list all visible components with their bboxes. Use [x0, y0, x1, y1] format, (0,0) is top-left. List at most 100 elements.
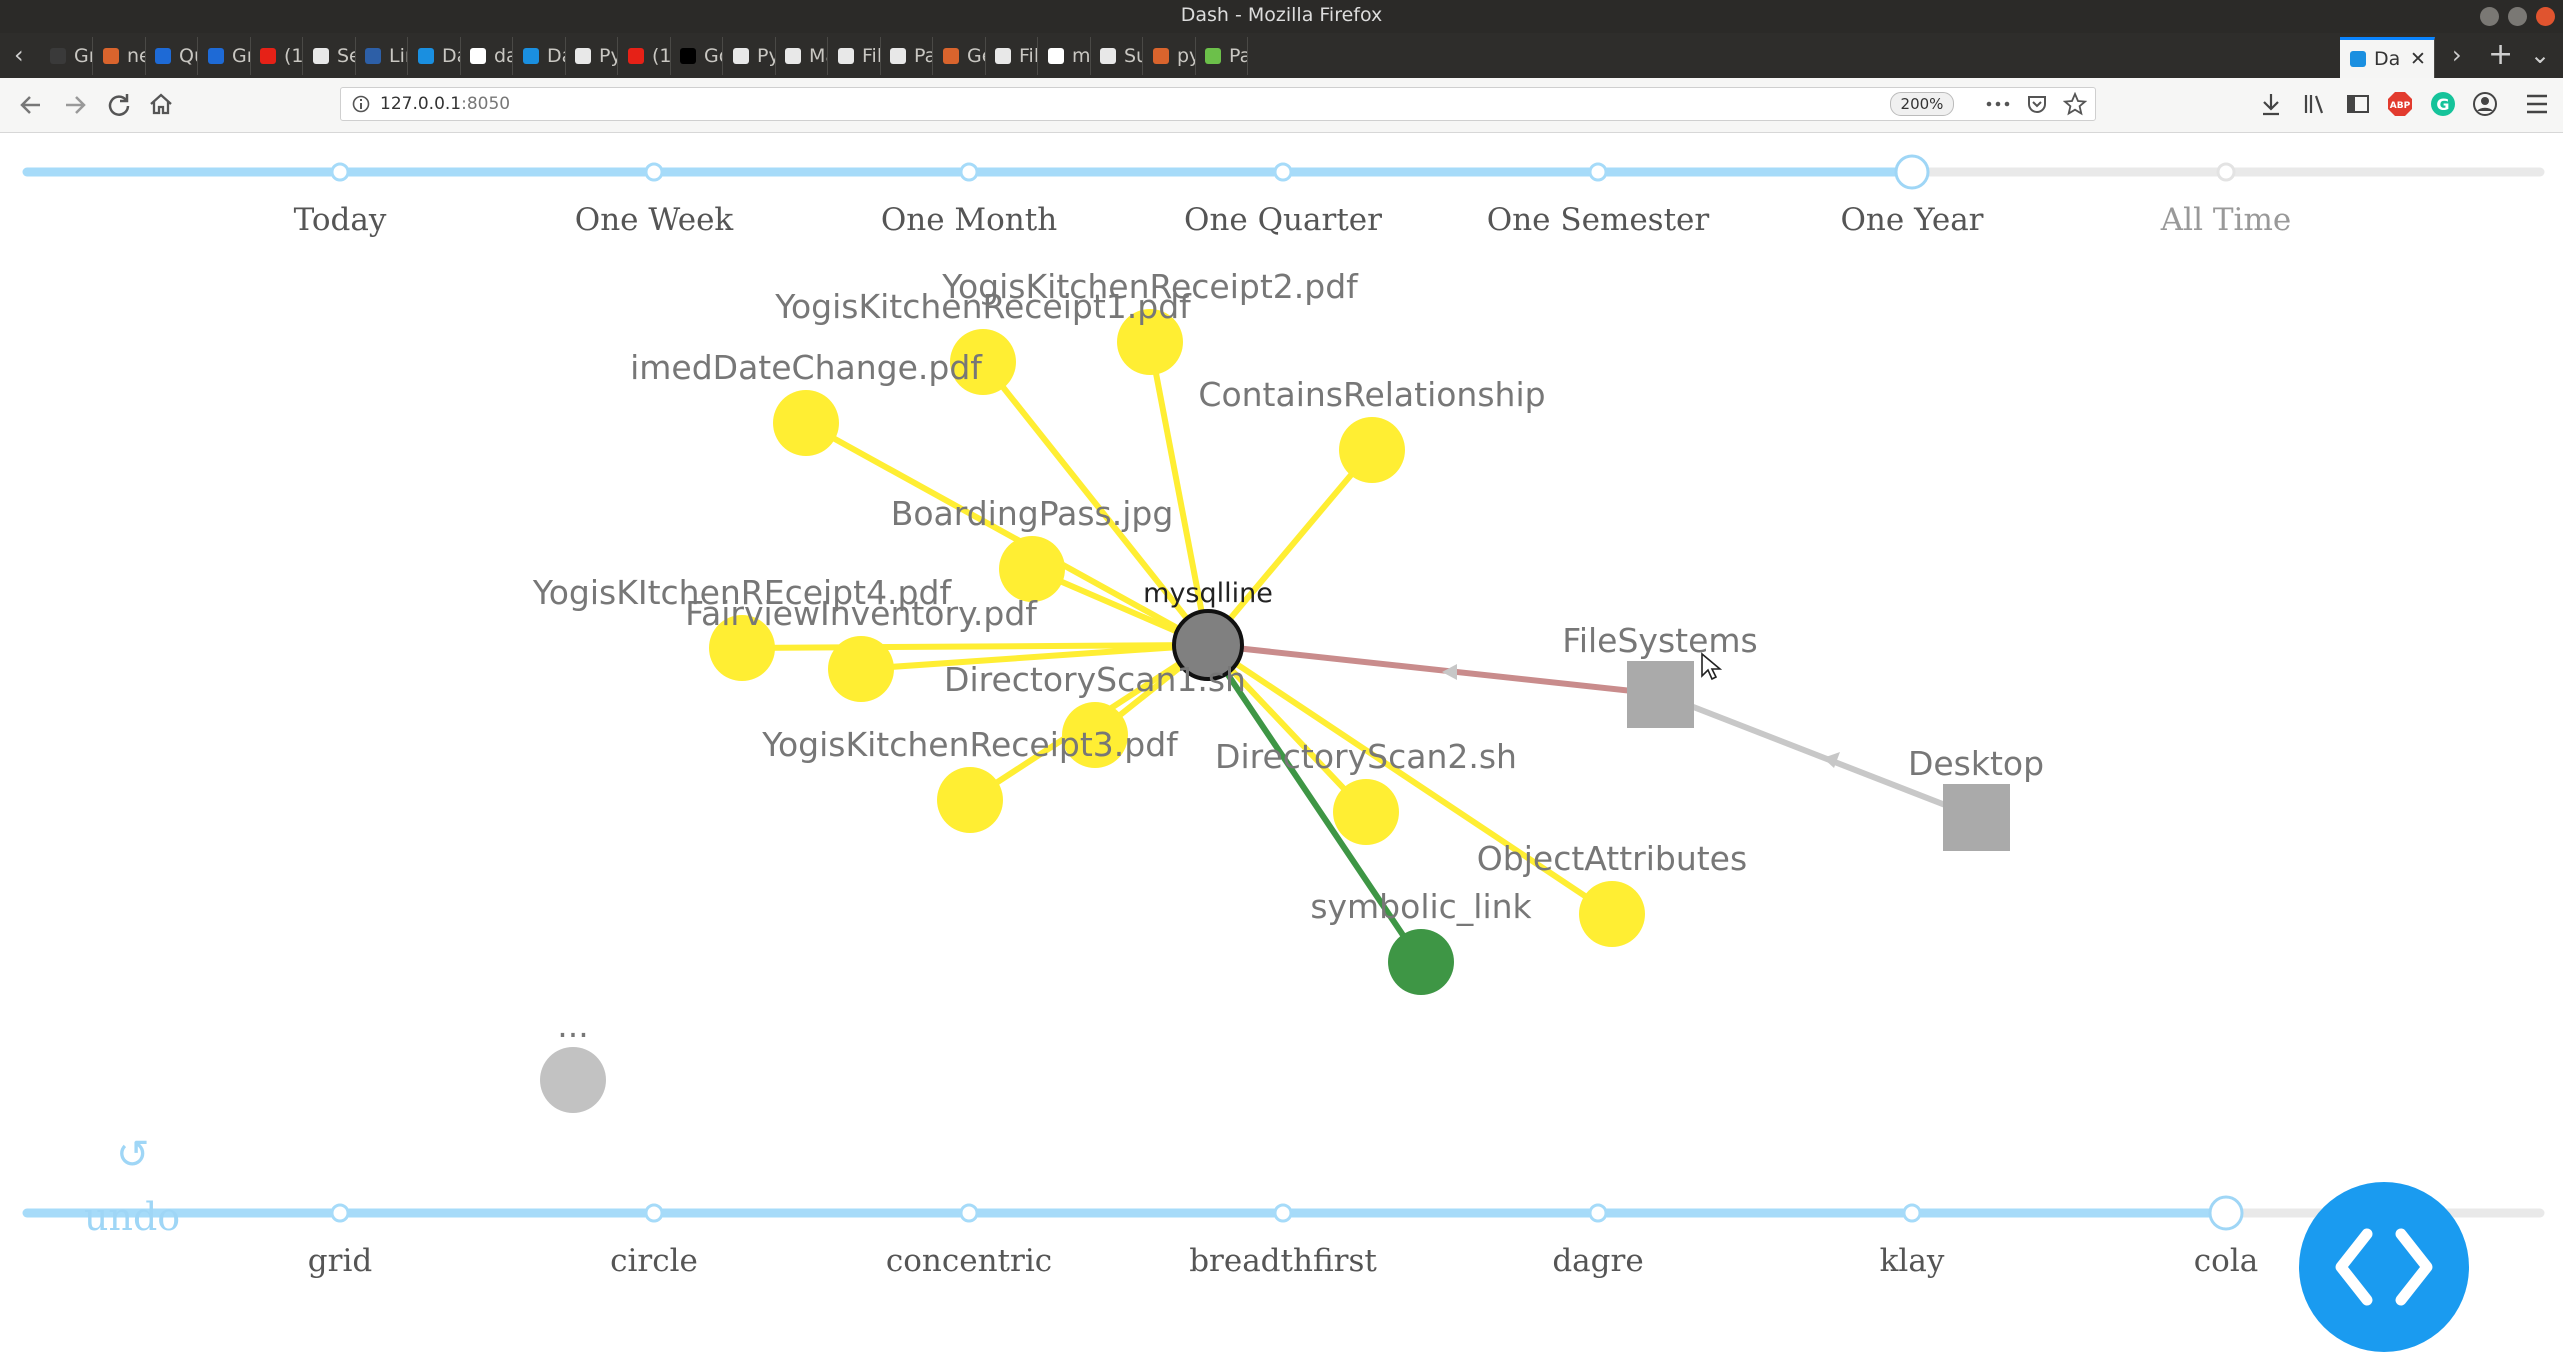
library-icon[interactable]	[2303, 92, 2327, 116]
time-mark-all-time[interactable]: All Time	[2161, 202, 2291, 238]
bookmark-star-icon[interactable]	[2063, 92, 2087, 116]
layout-mark-dagre[interactable]: dagre	[1552, 1243, 1643, 1279]
zoom-level-badge[interactable]: 200%	[1890, 92, 1954, 116]
layout-slider-dot-dagre[interactable]	[1588, 1203, 1608, 1223]
info-icon[interactable]	[352, 95, 370, 113]
time-mark-today[interactable]: Today	[294, 202, 387, 238]
tab-item[interactable]: Dash	[513, 37, 566, 75]
graph-node-n12[interactable]	[1388, 929, 1454, 995]
account-icon[interactable]	[2472, 91, 2498, 117]
grammarly-icon[interactable]: G	[2430, 91, 2456, 117]
time-mark-one-year[interactable]: One Year	[1841, 202, 1984, 238]
time-slider-dot-one-quarter[interactable]	[1273, 162, 1293, 182]
graph-node-n3[interactable]	[773, 390, 839, 456]
tab-item[interactable]: Pape	[1195, 37, 1248, 75]
tab-item[interactable]: mim	[1038, 37, 1091, 75]
reload-icon[interactable]	[106, 92, 132, 118]
tab-item[interactable]: (11) I	[250, 37, 303, 75]
layout-mark-concentric[interactable]: concentric	[886, 1243, 1052, 1279]
layout-mark-breadthfirst[interactable]: breadthfirst	[1189, 1243, 1377, 1279]
layout-mark-circle[interactable]: circle	[610, 1243, 698, 1279]
forward-icon[interactable]	[62, 92, 88, 118]
dev-tools-button[interactable]	[2299, 1182, 2469, 1352]
new-tab-icon[interactable]: +	[2488, 36, 2513, 74]
url-bar[interactable]	[340, 87, 2096, 121]
time-mark-one-week[interactable]: One Week	[575, 202, 733, 238]
time-slider-dot-one-semester[interactable]	[1588, 162, 1608, 182]
graph-node-n4[interactable]	[1339, 417, 1405, 483]
url-text[interactable]: 127.0.0.1:8050	[380, 94, 510, 114]
tab-item[interactable]: Pyth	[723, 37, 776, 75]
time-slider[interactable]	[22, 154, 2545, 190]
tab-item[interactable]: Files	[828, 37, 881, 75]
adblock-icon[interactable]: ABP	[2387, 91, 2413, 117]
tab-item[interactable]: Pare	[880, 37, 933, 75]
tab-item[interactable]: Man	[775, 37, 828, 75]
graph-node-n5[interactable]	[999, 536, 1065, 602]
time-mark-one-semester[interactable]: One Semester	[1487, 202, 1709, 238]
time-mark-one-month[interactable]: One Month	[881, 202, 1057, 238]
tab-item[interactable]: Goo	[670, 37, 723, 75]
minimize-icon[interactable]	[2480, 7, 2499, 26]
tab-item[interactable]: Grap	[198, 37, 251, 75]
time-slider-dot-all-time[interactable]	[2216, 162, 2236, 182]
layout-mark-grid[interactable]: grid	[308, 1243, 372, 1279]
home-icon[interactable]	[148, 91, 174, 117]
layout-slider-dot-concentric[interactable]	[959, 1203, 979, 1223]
pocket-icon[interactable]	[2026, 93, 2048, 115]
tab-item[interactable]: dash	[460, 37, 513, 75]
tab-item[interactable]: Gett	[933, 37, 986, 75]
tab-item[interactable]: Grap	[40, 37, 93, 75]
sidebar-icon[interactable]	[2346, 92, 2370, 116]
tab-item[interactable]: Linu	[355, 37, 408, 75]
back-icon[interactable]	[18, 92, 44, 118]
graph-node-n9[interactable]	[937, 767, 1003, 833]
graph-node-n10[interactable]	[1333, 779, 1399, 845]
code-brackets-icon	[2335, 1228, 2433, 1306]
graph-node-n14[interactable]	[1943, 784, 2010, 851]
tab-scroll-right-icon[interactable]: ›	[2452, 36, 2462, 74]
node-label: FairviewInventory.pdf	[685, 594, 1038, 633]
graph-node-n11[interactable]	[1579, 881, 1645, 947]
tab-item[interactable]: Quer	[145, 37, 198, 75]
time-slider-dot-one-month[interactable]	[959, 162, 979, 182]
maximize-icon[interactable]	[2508, 7, 2527, 26]
tab-label: Pare	[914, 45, 932, 67]
tab-close-icon[interactable]: ✕	[2410, 40, 2426, 78]
layout-slider[interactable]	[22, 1195, 2545, 1231]
layout-slider-dot-circle[interactable]	[644, 1203, 664, 1223]
graph-node-n15[interactable]	[540, 1047, 606, 1113]
time-mark-one-quarter[interactable]: One Quarter	[1184, 202, 1382, 238]
download-icon[interactable]	[2260, 92, 2282, 116]
tab-item[interactable]: Dash	[408, 37, 461, 75]
layout-slider-dot-klay[interactable]	[1902, 1203, 1922, 1223]
tab-scroll-left-icon[interactable]: ‹	[14, 36, 24, 74]
tab-item[interactable]: pyth	[1143, 37, 1196, 75]
tab-item[interactable]: neo4	[93, 37, 146, 75]
tab-item[interactable]: Supp	[1090, 37, 1143, 75]
edge-n4[interactable]	[1205, 448, 1375, 647]
menu-icon[interactable]	[2525, 93, 2549, 115]
graph-node-n7[interactable]	[828, 636, 894, 702]
time-slider-dot-today[interactable]	[330, 162, 350, 182]
tab-active[interactable]: Da ✕	[2340, 37, 2435, 78]
close-window-icon[interactable]	[2536, 7, 2555, 26]
layout-mark-klay[interactable]: klay	[1880, 1243, 1945, 1279]
layout-slider-handle[interactable]	[2208, 1195, 2244, 1231]
list-all-tabs-icon[interactable]: ⌄	[2530, 36, 2550, 74]
undo-icon[interactable]: ↺	[116, 1132, 150, 1178]
layout-slider-dot-grid[interactable]	[330, 1203, 350, 1223]
tab-item[interactable]: Serv	[303, 37, 356, 75]
graph-canvas[interactable]: YogisKitchenReceipt2.pdf YogisKitchenRec…	[0, 132, 2563, 1311]
tab-item[interactable]: Pyth	[565, 37, 618, 75]
graph-node-n13[interactable]	[1627, 661, 1694, 728]
layout-slider-dot-breadthfirst[interactable]	[1273, 1203, 1293, 1223]
more-icon[interactable]	[1985, 95, 2011, 113]
time-slider-dot-one-week[interactable]	[644, 162, 664, 182]
undo-button[interactable]: undo	[84, 1195, 180, 1239]
layout-mark-cola[interactable]: cola	[2194, 1243, 2258, 1279]
time-slider-handle[interactable]	[1894, 154, 1930, 190]
svg-text:ABP: ABP	[2390, 101, 2411, 111]
tab-item[interactable]: (11) I	[618, 37, 671, 75]
tab-item[interactable]: Files	[985, 37, 1038, 75]
